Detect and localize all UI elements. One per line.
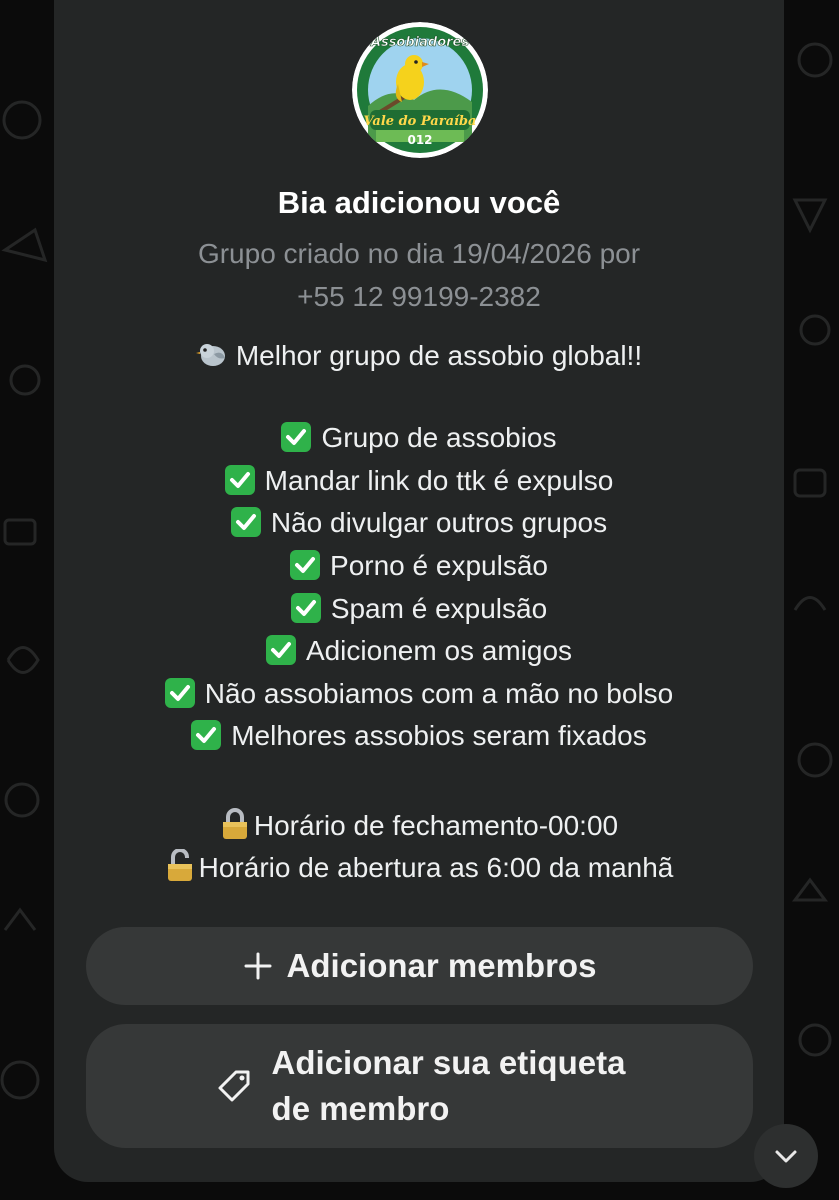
check-mark-button-icon [281,422,312,452]
rule-text: Não assobiamos com a mão no bolso [204,678,674,709]
schedule-row: Horário de fechamento-00:00 [54,807,784,842]
check-mark-button-icon [191,720,222,750]
logo-bottom-text: Vale do Paraíba [364,114,477,129]
closing-time: Horário de fechamento-00:00 [253,810,619,841]
group-logo: Assobiadores Vale do Paraíba 012 [352,22,488,158]
bird-emoji-icon [195,344,225,366]
scroll-down-button[interactable] [754,1124,818,1188]
logo-number: 012 [407,133,432,147]
logo-top-text: Assobiadores [370,35,469,50]
rule-row: Adicionem os amigos [54,635,784,667]
rule-row: Melhores assobios seram fixados [54,720,784,752]
description-headline: Melhor grupo de assobio global!! [235,340,643,371]
check-mark-button-icon [224,465,255,495]
rule-row: Spam é expulsão [54,593,784,625]
rule-text: Porno é expulsão [330,550,548,581]
rule-text: Adicionem os amigos [305,635,573,666]
check-mark-button-icon [265,635,296,665]
rule-text: Não divulgar outros grupos [270,507,608,538]
member-tag-label-line1: Adicionar sua etiqueta [271,1044,626,1081]
rule-text: Spam é expulsão [330,593,548,624]
rule-row: Grupo de assobios [54,422,784,454]
description-headline-row: Melhor grupo de assobio global!! [54,338,784,372]
rule-row: Porno é expulsão [54,550,784,582]
unlocked-icon [167,849,192,881]
add-members-label: Adicionar membros [286,947,597,984]
added-by-title: Bia adicionou você [277,185,561,220]
locked-icon [222,808,247,839]
rule-row: Não divulgar outros grupos [54,507,784,539]
rule-text: Melhores assobios seram fixados [231,720,647,751]
check-mark-button-icon [290,593,321,623]
schedule-row: Horário de abertura as 6:00 da manhã [54,849,784,884]
add-member-tag-button[interactable]: Adicionar sua etiqueta de membro [86,1024,753,1148]
rule-text: Mandar link do ttk é expulso [264,465,614,496]
check-mark-button-icon [164,678,195,708]
chevron-down-icon [775,1150,797,1163]
created-info-line1: Grupo criado no dia 19/04/2026 por [197,238,641,269]
rule-text: Grupo de assobios [321,422,557,453]
creator-phone: +55 12 99199-2382 [297,281,541,312]
check-mark-button-icon [290,550,321,580]
check-mark-button-icon [230,507,261,537]
member-tag-label-line2: de membro [271,1090,450,1127]
rule-row: Mandar link do ttk é expulso [54,465,784,497]
rule-row: Não assobiamos com a mão no bolso [54,678,784,710]
group-avatar[interactable]: Assobiadores Vale do Paraíba 012 [352,22,488,158]
tag-icon [214,1066,254,1106]
opening-time: Horário de abertura as 6:00 da manhã [198,852,674,883]
add-members-button[interactable]: Adicionar membros [86,927,753,1005]
plus-icon [243,951,273,981]
